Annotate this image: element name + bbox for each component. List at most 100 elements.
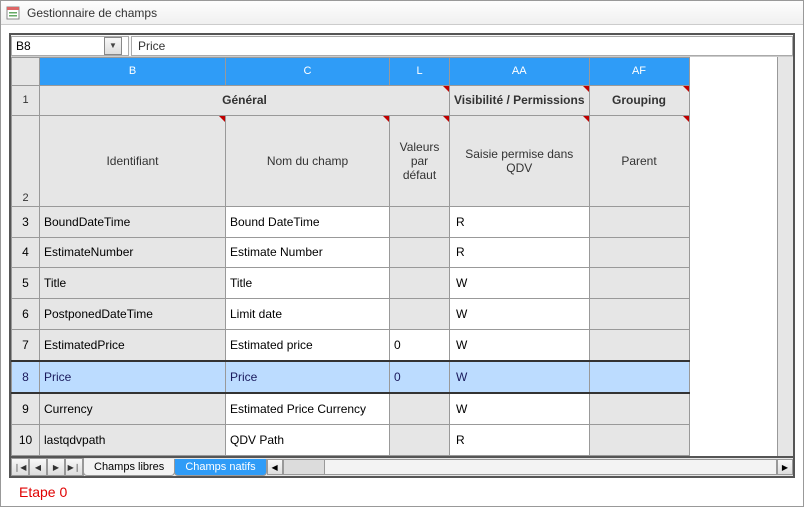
cell-permission[interactable]: R bbox=[450, 237, 590, 268]
window-title: Gestionnaire de champs bbox=[27, 6, 157, 20]
cell-permission[interactable]: W bbox=[450, 393, 590, 425]
row-number[interactable]: 4 bbox=[12, 237, 40, 268]
row-number[interactable]: 3 bbox=[12, 206, 40, 237]
corner-cell[interactable] bbox=[12, 58, 40, 86]
cell-parent[interactable] bbox=[589, 361, 689, 393]
sub-header-row: 2 Identifiant Nom du champ Valeurs par d… bbox=[12, 116, 690, 207]
cell-nom-champ[interactable]: Limit date bbox=[226, 299, 390, 330]
cell-parent[interactable] bbox=[589, 237, 689, 268]
tab-nav-buttons: ❘◀ ◀ ▶ ▶❘ bbox=[11, 458, 84, 476]
tab-nav-first-icon[interactable]: ❘◀ bbox=[11, 458, 29, 476]
cell-nom-champ[interactable]: Bound DateTime bbox=[226, 206, 390, 237]
cell-identifiant[interactable]: Currency bbox=[40, 393, 226, 425]
row-number[interactable]: 10 bbox=[12, 425, 40, 456]
scroll-thumb[interactable] bbox=[283, 459, 777, 475]
vertical-scrollbar[interactable] bbox=[777, 57, 793, 456]
titlebar[interactable]: Gestionnaire de champs bbox=[1, 1, 803, 25]
table-row[interactable]: 3BoundDateTimeBound DateTime R bbox=[12, 206, 690, 237]
group-general[interactable]: Général bbox=[40, 85, 450, 116]
cell-permission[interactable]: W bbox=[450, 268, 590, 299]
tab-champs-natifs[interactable]: Champs natifs bbox=[174, 459, 266, 476]
tab-champs-libres[interactable]: Champs libres bbox=[83, 459, 175, 476]
cell-nom-champ[interactable]: Estimate Number bbox=[226, 237, 390, 268]
cell-parent[interactable] bbox=[589, 329, 689, 361]
cell-parent[interactable] bbox=[589, 299, 689, 330]
row-number[interactable]: 9 bbox=[12, 393, 40, 425]
cell-parent[interactable] bbox=[589, 393, 689, 425]
col-header-B[interactable]: B bbox=[40, 58, 226, 86]
cell-nom-champ[interactable]: Price bbox=[226, 361, 390, 393]
cell-permission[interactable]: W bbox=[450, 361, 590, 393]
cell-valeur-defaut[interactable] bbox=[390, 268, 450, 299]
chevron-down-icon[interactable]: ▼ bbox=[104, 37, 122, 55]
table-row[interactable]: 10lastqdvpathQDV Path R bbox=[12, 425, 690, 456]
cell-permission[interactable]: W bbox=[450, 299, 590, 330]
cell-identifiant[interactable]: EstimateNumber bbox=[40, 237, 226, 268]
cell-nom-champ[interactable]: Title bbox=[226, 268, 390, 299]
spreadsheet[interactable]: B C L AA AF 1 Général Visibilité / Permi… bbox=[11, 57, 690, 456]
cell-permission[interactable]: R bbox=[450, 206, 590, 237]
scroll-right-icon[interactable]: ▶ bbox=[777, 459, 793, 475]
group-header-row: 1 Général Visibilité / Permissions Group… bbox=[12, 85, 690, 116]
cell-permission[interactable]: R bbox=[450, 425, 590, 456]
tab-nav-next-icon[interactable]: ▶ bbox=[47, 458, 65, 476]
cell-reference-box[interactable]: ▼ bbox=[11, 36, 129, 56]
cell-valeur-defaut[interactable] bbox=[390, 299, 450, 330]
field-manager-window: Gestionnaire de champs ▼ Price B C L bbox=[0, 0, 804, 507]
cell-identifiant[interactable]: EstimatedPrice bbox=[40, 329, 226, 361]
table-row[interactable]: 5TitleTitleW bbox=[12, 268, 690, 299]
header-nom-champ[interactable]: Nom du champ bbox=[226, 116, 390, 207]
row-number[interactable]: 8 bbox=[12, 361, 40, 393]
row-number[interactable]: 2 bbox=[12, 116, 40, 207]
cell-nom-champ[interactable]: QDV Path bbox=[226, 425, 390, 456]
formula-value[interactable]: Price bbox=[131, 36, 793, 56]
cell-valeur-defaut[interactable] bbox=[390, 425, 450, 456]
col-header-AA[interactable]: AA bbox=[450, 58, 590, 86]
header-saisie-qdv[interactable]: Saisie permise dans QDV bbox=[450, 116, 590, 207]
cell-parent[interactable] bbox=[589, 425, 689, 456]
step-caption: Etape 0 bbox=[9, 478, 795, 504]
table-row[interactable]: 7EstimatedPriceEstimated price0W bbox=[12, 329, 690, 361]
scroll-left-icon[interactable]: ◀ bbox=[267, 459, 283, 475]
cell-valeur-defaut[interactable]: 0 bbox=[390, 329, 450, 361]
cell-permission[interactable]: W bbox=[450, 329, 590, 361]
cell-parent[interactable] bbox=[589, 268, 689, 299]
cell-valeur-defaut[interactable] bbox=[390, 393, 450, 425]
tab-nav-prev-icon[interactable]: ◀ bbox=[29, 458, 47, 476]
cell-reference-input[interactable] bbox=[12, 37, 104, 55]
row-number[interactable]: 1 bbox=[12, 85, 40, 116]
header-valeurs-defaut[interactable]: Valeurs par défaut bbox=[390, 116, 450, 207]
table-row[interactable]: 4EstimateNumberEstimate Number R bbox=[12, 237, 690, 268]
col-header-L[interactable]: L bbox=[390, 58, 450, 86]
cell-nom-champ[interactable]: Estimated Price Currency bbox=[226, 393, 390, 425]
group-grouping[interactable]: Grouping bbox=[589, 85, 689, 116]
cell-identifiant[interactable]: PostponedDateTime bbox=[40, 299, 226, 330]
cell-valeur-defaut[interactable] bbox=[390, 206, 450, 237]
cell-identifiant[interactable]: lastqdvpath bbox=[40, 425, 226, 456]
formula-bar: ▼ Price bbox=[11, 35, 793, 57]
sheet-tab-strip: ❘◀ ◀ ▶ ▶❘ Champs libres Champs natifs ◀ … bbox=[11, 456, 793, 476]
row-number[interactable]: 7 bbox=[12, 329, 40, 361]
header-identifiant[interactable]: Identifiant bbox=[40, 116, 226, 207]
col-header-AF[interactable]: AF bbox=[589, 58, 689, 86]
cell-identifiant[interactable]: Title bbox=[40, 268, 226, 299]
row-number[interactable]: 5 bbox=[12, 268, 40, 299]
cell-identifiant[interactable]: Price bbox=[40, 361, 226, 393]
row-number[interactable]: 6 bbox=[12, 299, 40, 330]
table-row[interactable]: 6PostponedDateTimeLimit date W bbox=[12, 299, 690, 330]
grid-frame: ▼ Price B C L AA AF 1 Général bbox=[9, 33, 795, 478]
cell-identifiant[interactable]: BoundDateTime bbox=[40, 206, 226, 237]
cell-valeur-defaut[interactable]: 0 bbox=[390, 361, 450, 393]
column-letters-row: B C L AA AF bbox=[12, 58, 690, 86]
col-header-C[interactable]: C bbox=[226, 58, 390, 86]
app-icon bbox=[5, 5, 21, 21]
table-row[interactable]: 9CurrencyEstimated Price Currency W bbox=[12, 393, 690, 425]
tab-nav-last-icon[interactable]: ▶❘ bbox=[65, 458, 83, 476]
cell-valeur-defaut[interactable] bbox=[390, 237, 450, 268]
group-visibility[interactable]: Visibilité / Permissions bbox=[450, 85, 590, 116]
cell-parent[interactable] bbox=[589, 206, 689, 237]
cell-nom-champ[interactable]: Estimated price bbox=[226, 329, 390, 361]
table-row[interactable]: 8PricePrice0W bbox=[12, 361, 690, 393]
horizontal-scrollbar[interactable]: ◀ ▶ bbox=[267, 459, 793, 475]
header-parent[interactable]: Parent bbox=[589, 116, 689, 207]
